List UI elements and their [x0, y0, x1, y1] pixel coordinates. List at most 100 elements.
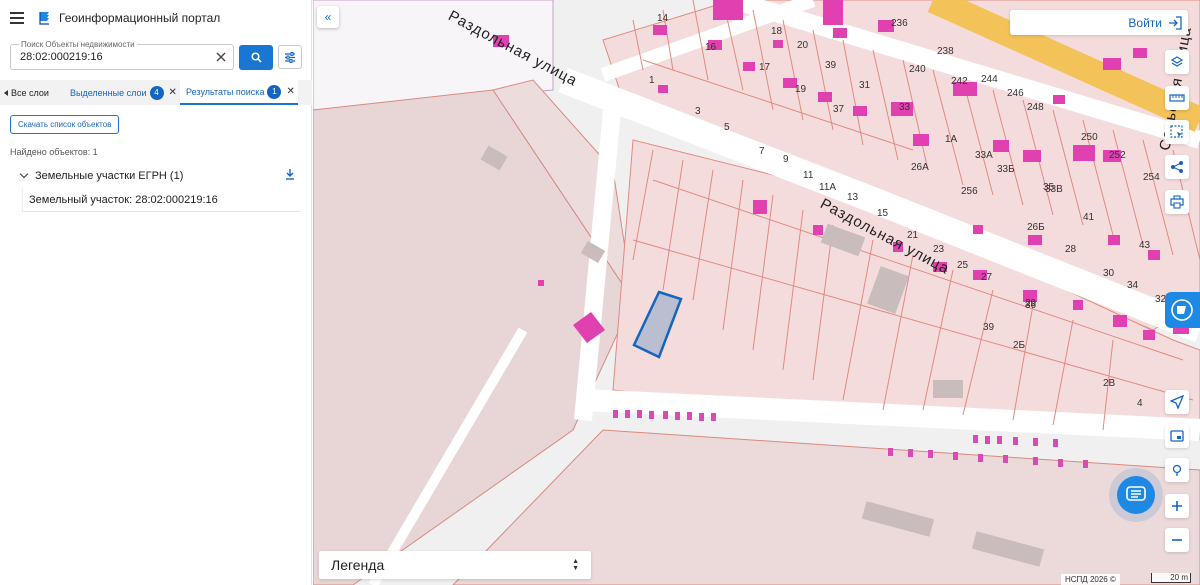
house-number: 31 — [859, 80, 871, 91]
zoom-in-button[interactable] — [1165, 494, 1189, 518]
close-selected-tab-icon[interactable]: ✕ — [169, 87, 177, 98]
house-number: 37 — [833, 104, 845, 115]
house-number: 33А — [975, 150, 993, 161]
menu-icon[interactable] — [10, 12, 24, 24]
document-icon — [1171, 299, 1193, 321]
tab-selected-layers[interactable]: Выделенные слои 4 ✕ — [62, 80, 180, 105]
house-number: 9 — [783, 154, 789, 165]
close-results-tab-icon[interactable]: ✕ — [286, 86, 294, 97]
house-number: 13 — [847, 192, 859, 203]
minus-icon — [1172, 539, 1182, 541]
house-number: 242 — [951, 76, 968, 87]
sliders-icon — [285, 51, 295, 63]
search-input[interactable] — [20, 51, 210, 63]
house-number: 236 — [891, 18, 908, 29]
house-number: 14 — [657, 13, 669, 24]
download-list-button[interactable]: Скачать список объектов — [10, 115, 120, 134]
house-number: 26Б — [1027, 222, 1045, 233]
house-number: 17 — [759, 62, 771, 73]
house-number: 20 — [797, 40, 809, 51]
search-button[interactable] — [239, 44, 273, 70]
map-view[interactable]: Раздольная улица Раздольная улица Сельск… — [313, 0, 1200, 585]
house-number: 28 — [1065, 244, 1077, 255]
select-area-button[interactable] — [1165, 120, 1189, 144]
basemap-button[interactable] — [1165, 424, 1189, 448]
download-icon[interactable] — [284, 168, 296, 181]
caret-left-icon — [4, 89, 8, 96]
left-panel: Геоинформационный портал Поиск Объекты н… — [0, 0, 312, 585]
search-label: Поиск Объекты недвижимости — [19, 40, 137, 49]
chat-button[interactable] — [1109, 468, 1163, 522]
house-number: 33 — [899, 102, 911, 113]
house-number: 5 — [724, 122, 730, 133]
found-count: Найдено объектов: 1 — [10, 147, 98, 157]
chat-inner — [1117, 476, 1155, 514]
house-number: 39 — [825, 60, 837, 71]
place-pin-button[interactable] — [1165, 458, 1189, 482]
result-group-header[interactable]: Земельные участки ЕГРН (1) — [19, 167, 298, 184]
house-number: 18 — [771, 26, 783, 37]
search-row: Поиск Объекты недвижимости — [10, 40, 302, 70]
house-number: 11А — [819, 182, 837, 193]
layers-icon — [1170, 56, 1184, 67]
results-count-badge: 1 — [267, 84, 282, 99]
house-number: 7 — [759, 146, 765, 157]
house-number: 34 — [1127, 280, 1139, 291]
zoom-out-button[interactable] — [1165, 528, 1189, 552]
house-number: 2В — [1103, 378, 1116, 389]
select-area-icon — [1170, 125, 1183, 138]
search-icon — [250, 51, 262, 63]
selected-count-badge: 4 — [149, 85, 164, 100]
house-number: 250 — [1081, 132, 1098, 143]
side-widget-button[interactable] — [1165, 292, 1200, 328]
ruler-icon — [1169, 94, 1185, 102]
login-icon — [1169, 15, 1182, 30]
map-attribution: НСПД 2026 © — [1061, 574, 1120, 585]
plus-icon — [1172, 501, 1182, 511]
top-bar: Геоинформационный портал — [0, 0, 311, 36]
house-number: 36 — [1025, 300, 1037, 311]
house-number: 238 — [937, 46, 954, 57]
house-number: 248 — [1027, 102, 1044, 113]
house-number: 43 — [1139, 240, 1151, 251]
house-number: 11 — [803, 170, 814, 181]
location-arrow-icon — [1170, 395, 1184, 409]
house-number: 246 — [1007, 88, 1024, 99]
tab-search-results[interactable]: Результаты поиска 1 ✕ — [180, 80, 298, 105]
house-number: 1 — [649, 75, 655, 86]
house-number: 30 — [1103, 268, 1115, 279]
pin-icon — [1172, 464, 1182, 476]
house-number: 41 — [1083, 212, 1095, 223]
house-number: 244 — [981, 74, 998, 85]
basemap-icon — [1170, 430, 1184, 442]
result-group-label: Земельные участки ЕГРН (1) — [35, 169, 184, 182]
tab-all-layers-label: Все слои — [11, 87, 49, 98]
chevron-down-icon — [19, 169, 29, 179]
panel-tabs: Все слои Выделенные слои 4 ✕ Результаты … — [0, 80, 312, 105]
print-button[interactable] — [1165, 190, 1189, 214]
expand-collapse-icon: ▲ ▼ — [572, 558, 579, 572]
house-number: 1А — [945, 134, 958, 145]
share-icon — [1171, 161, 1183, 173]
clear-search-button[interactable] — [213, 49, 229, 65]
collapse-panel-button[interactable]: « — [317, 6, 339, 28]
filter-button[interactable] — [278, 45, 302, 69]
layers-button[interactable] — [1165, 50, 1189, 74]
result-item[interactable]: Земельный участок: 28:02:000219:16 — [22, 188, 300, 212]
house-number: 15 — [877, 208, 889, 219]
close-icon — [216, 52, 226, 62]
ruler-button[interactable] — [1165, 86, 1189, 110]
geolocation-button[interactable] — [1165, 390, 1189, 414]
tab-search-results-label: Результаты поиска — [186, 86, 265, 97]
map-canvas[interactable] — [313, 0, 1200, 585]
house-number: 2Б — [1013, 340, 1026, 351]
login-button[interactable]: Войти — [1010, 10, 1188, 35]
app-title: Геоинформационный портал — [59, 11, 221, 25]
tab-all-layers[interactable]: Все слои — [0, 80, 62, 105]
print-icon — [1170, 195, 1184, 209]
legend-toggle[interactable]: Легенда ▲ ▼ — [319, 551, 591, 579]
scale-bar: 20 m — [1151, 573, 1191, 583]
house-number: 33Б — [997, 164, 1015, 175]
share-button[interactable] — [1165, 155, 1189, 179]
chat-icon — [1126, 486, 1146, 501]
